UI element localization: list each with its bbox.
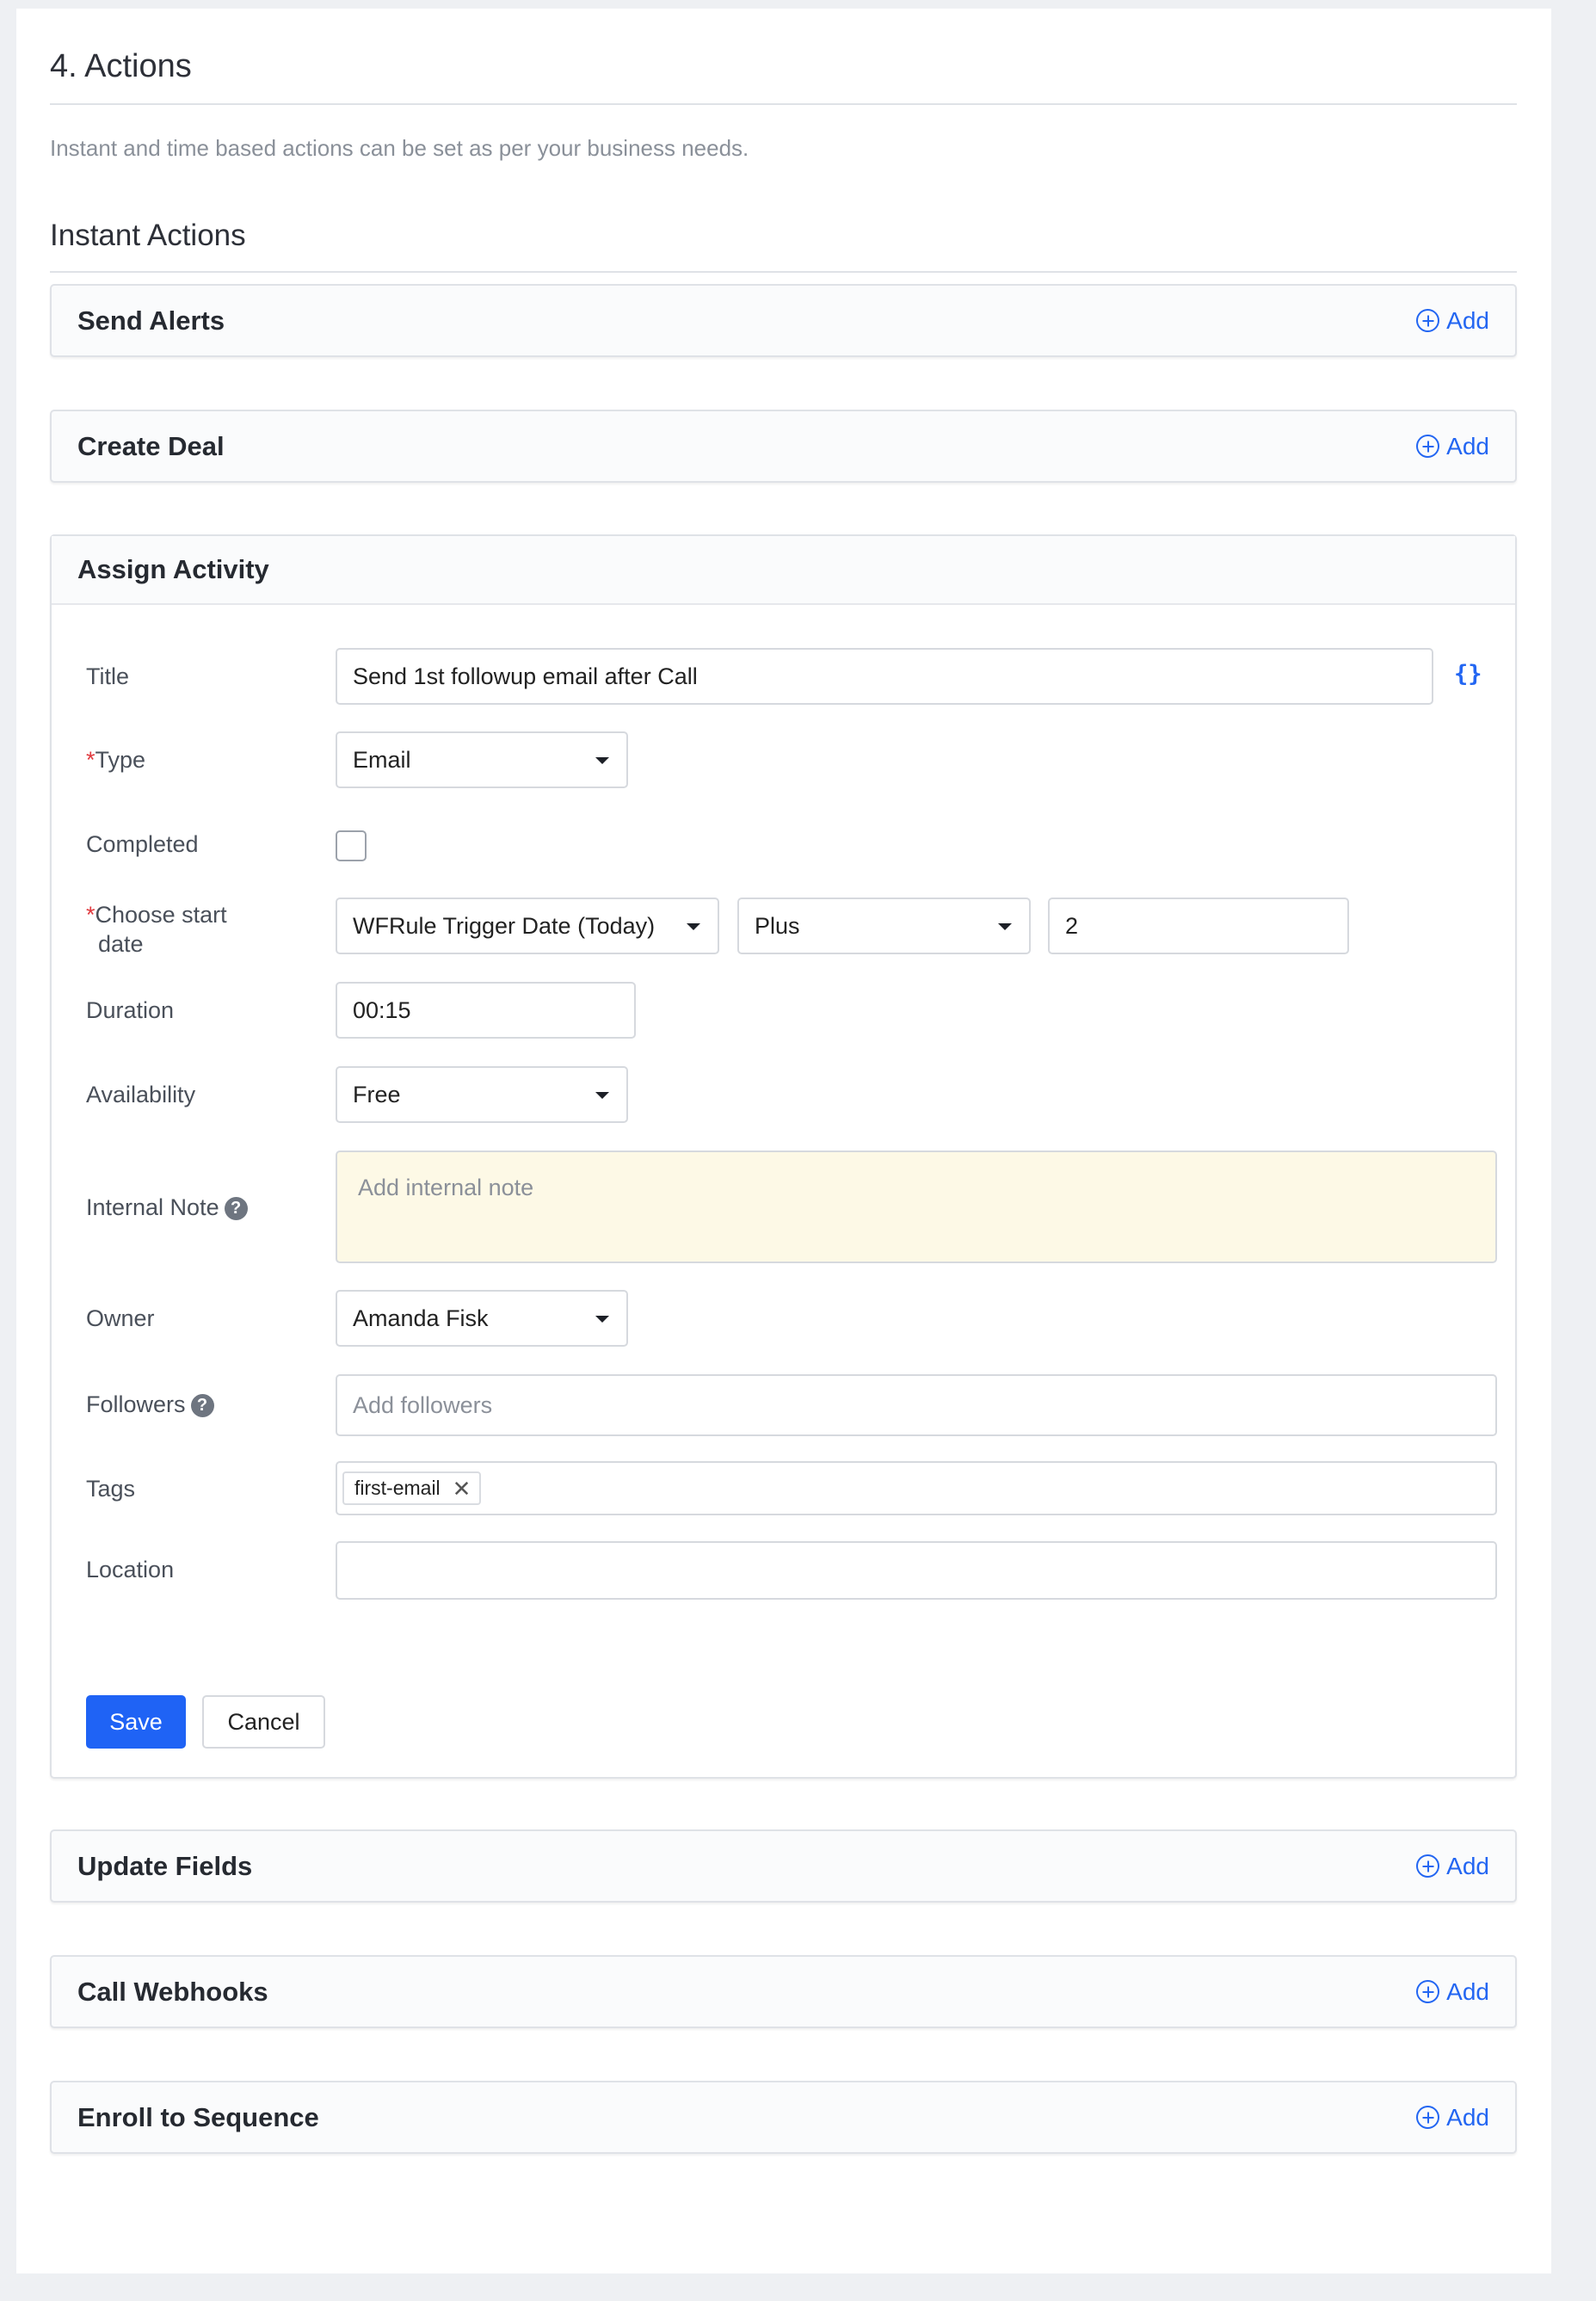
add-send-alerts-button[interactable]: Add bbox=[1416, 307, 1489, 335]
panel-call-webhooks: Call Webhooks Add bbox=[50, 1955, 1517, 2028]
page-container: 4. Actions Instant and time based action… bbox=[16, 9, 1551, 2273]
location-input[interactable] bbox=[336, 1541, 1497, 1600]
caret-down-icon bbox=[998, 923, 1012, 930]
tag-label: first-email bbox=[354, 1477, 441, 1499]
completed-label: Completed bbox=[86, 831, 199, 857]
owner-select[interactable]: Amanda Fisk bbox=[336, 1290, 628, 1347]
availability-label: Availability bbox=[86, 1082, 196, 1107]
caret-down-icon bbox=[595, 1092, 609, 1099]
caret-down-icon bbox=[687, 923, 700, 930]
operator-value: Plus bbox=[755, 912, 800, 939]
close-icon[interactable]: ✕ bbox=[453, 1477, 471, 1500]
tag-chip: first-email ✕ bbox=[342, 1471, 482, 1505]
location-label: Location bbox=[86, 1557, 175, 1582]
panel-title: Enroll to Sequence bbox=[77, 2101, 319, 2132]
offset-value: 2 bbox=[1065, 912, 1079, 939]
duration-input[interactable]: 00:15 bbox=[336, 982, 636, 1039]
panel-title: Update Fields bbox=[77, 1850, 253, 1881]
insert-variable-icon[interactable]: {} bbox=[1454, 661, 1482, 688]
internal-note-textarea[interactable]: Add internal note bbox=[336, 1150, 1497, 1263]
start-date-value: WFRule Trigger Date (Today) bbox=[353, 912, 656, 939]
panel-title: Call Webhooks bbox=[77, 1976, 268, 2007]
date-operator-select[interactable]: Plus bbox=[737, 898, 1031, 954]
start-date-select[interactable]: WFRule Trigger Date (Today) bbox=[336, 898, 719, 954]
type-select[interactable]: Email bbox=[336, 731, 628, 788]
title-value: Send 1st followup email after Call bbox=[353, 663, 698, 689]
plus-circle-icon bbox=[1416, 309, 1440, 332]
add-label: Add bbox=[1446, 1977, 1489, 2005]
add-label: Add bbox=[1446, 1852, 1489, 1879]
panel-title: Assign Activity bbox=[77, 554, 269, 584]
add-label: Add bbox=[1446, 306, 1489, 334]
start-date-label: *Choose start date bbox=[86, 902, 227, 957]
panel-title: Send Alerts bbox=[77, 305, 225, 336]
section-title: 4. Actions bbox=[50, 48, 192, 84]
caret-down-icon bbox=[595, 1316, 609, 1323]
type-label: *Type bbox=[86, 747, 146, 773]
add-create-deal-button[interactable]: Add bbox=[1416, 433, 1489, 460]
title-input[interactable]: Send 1st followup email after Call bbox=[336, 648, 1433, 705]
tags-label: Tags bbox=[86, 1476, 136, 1502]
plus-circle-icon bbox=[1416, 2106, 1440, 2129]
add-label: Add bbox=[1446, 432, 1489, 460]
tags-input[interactable]: first-email ✕ bbox=[336, 1461, 1497, 1515]
owner-label: Owner bbox=[86, 1305, 155, 1331]
plus-circle-icon bbox=[1416, 1980, 1440, 2003]
add-enroll-sequence-button[interactable]: Add bbox=[1416, 2104, 1489, 2131]
panel-send-alerts: Send Alerts Add bbox=[50, 284, 1517, 357]
availability-value: Free bbox=[353, 1081, 401, 1107]
date-offset-input[interactable]: 2 bbox=[1048, 898, 1349, 954]
instant-actions-heading: Instant Actions bbox=[50, 219, 246, 252]
duration-value: 00:15 bbox=[353, 996, 411, 1023]
plus-circle-icon bbox=[1416, 1854, 1440, 1878]
panel-update-fields: Update Fields Add bbox=[50, 1829, 1517, 1903]
availability-select[interactable]: Free bbox=[336, 1066, 628, 1123]
help-icon[interactable]: ? bbox=[224, 1197, 248, 1221]
add-update-fields-button[interactable]: Add bbox=[1416, 1853, 1489, 1880]
section-description: Instant and time based actions can be se… bbox=[50, 135, 749, 161]
duration-label: Duration bbox=[86, 997, 175, 1023]
title-label: Title bbox=[86, 663, 130, 689]
followers-placeholder: Add followers bbox=[353, 1391, 493, 1418]
panel-enroll-sequence: Enroll to Sequence Add bbox=[50, 2081, 1517, 2154]
add-call-webhooks-button[interactable]: Add bbox=[1416, 1978, 1489, 2006]
note-placeholder: Add internal note bbox=[358, 1175, 534, 1200]
owner-value: Amanda Fisk bbox=[353, 1305, 489, 1331]
completed-checkbox[interactable] bbox=[336, 830, 367, 861]
help-icon[interactable]: ? bbox=[190, 1394, 214, 1418]
caret-down-icon bbox=[595, 757, 609, 764]
save-button[interactable]: Save bbox=[86, 1695, 186, 1749]
panel-create-deal: Create Deal Add bbox=[50, 410, 1517, 483]
followers-label: Followers? bbox=[86, 1391, 214, 1418]
followers-input[interactable]: Add followers bbox=[336, 1374, 1497, 1436]
panel-assign-activity: Assign Activity Title Send 1st followup … bbox=[50, 534, 1517, 1779]
internal-note-label: Internal Note? bbox=[86, 1194, 248, 1221]
divider bbox=[50, 271, 1517, 273]
divider bbox=[50, 103, 1517, 105]
type-value: Email bbox=[353, 746, 411, 773]
plus-circle-icon bbox=[1416, 435, 1440, 458]
add-label: Add bbox=[1446, 2103, 1489, 2131]
panel-title: Create Deal bbox=[77, 430, 225, 461]
cancel-button[interactable]: Cancel bbox=[202, 1695, 325, 1749]
